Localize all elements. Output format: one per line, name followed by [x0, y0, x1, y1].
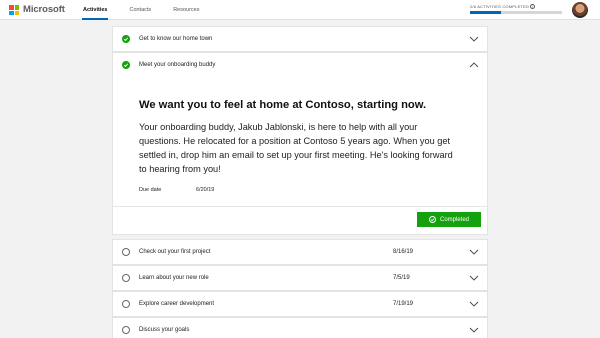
- incomplete-circle-icon: [122, 326, 130, 334]
- activity-description: Your onboarding buddy, Jakub Jablonski, …: [139, 122, 453, 174]
- due-date-label: Due date: [139, 187, 162, 193]
- activity-header[interactable]: Explore career development 7/19/19: [113, 292, 487, 316]
- main-nav: Activities Contacts Resources: [81, 0, 221, 20]
- incomplete-circle-icon: [122, 248, 130, 256]
- activity-title: Learn about your new role: [139, 275, 209, 281]
- activity-header[interactable]: Check out your first project 8/16/19: [113, 240, 487, 264]
- nav-tab-resources[interactable]: Resources: [173, 0, 199, 20]
- activity-due-date: 7/19/19: [393, 301, 414, 307]
- chevron-down-icon[interactable]: [469, 326, 479, 334]
- activity-card-expanded: Meet your onboarding buddy We want you t…: [112, 52, 488, 235]
- incomplete-circle-icon: [122, 274, 130, 282]
- due-date-value: 6/20/19: [196, 187, 215, 193]
- activity-title: Check out your first project: [139, 249, 211, 255]
- chevron-down-icon[interactable]: [469, 300, 479, 308]
- check-circle-icon: [428, 216, 436, 223]
- activity-title: Discuss your goals: [139, 327, 190, 333]
- activity-title: Explore career development: [139, 301, 215, 307]
- nav-tab-activities[interactable]: Activities: [81, 0, 109, 20]
- activity-header[interactable]: Get to know our home town: [113, 27, 487, 51]
- activity-details: We want you to feel at home at Contoso, …: [113, 99, 487, 193]
- activity-due-date: 7/5/19: [393, 275, 410, 281]
- progress-label: 2/6 ACTIVITIES COMPLETED: [470, 4, 530, 9]
- incomplete-circle-icon: [122, 300, 130, 308]
- activity-title: Meet your onboarding buddy: [139, 62, 216, 68]
- activity-card: Discuss your goals: [112, 317, 488, 338]
- chevron-down-icon[interactable]: [469, 274, 479, 282]
- progress-bar: [470, 11, 562, 14]
- progress-bar-fill: [470, 11, 501, 14]
- activity-header[interactable]: Learn about your new role 7/5/19: [113, 266, 487, 290]
- chevron-up-icon[interactable]: [469, 61, 479, 69]
- chevron-down-icon[interactable]: [469, 35, 479, 43]
- due-date-row: Due date 6/20/19: [139, 187, 461, 193]
- microsoft-logo[interactable]: Microsoft: [9, 5, 65, 15]
- nav-tab-contacts[interactable]: Contacts: [129, 0, 151, 20]
- activity-header[interactable]: Meet your onboarding buddy: [113, 53, 487, 77]
- activity-title: Get to know our home town: [139, 36, 213, 42]
- activity-card: Explore career development 7/19/19: [112, 291, 488, 317]
- microsoft-logo-icon: [9, 5, 19, 15]
- activity-header[interactable]: Discuss your goals: [113, 318, 487, 338]
- activity-card: Get to know our home town: [112, 26, 488, 52]
- activities-progress: 2/6 ACTIVITIES COMPLETED i: [470, 4, 562, 14]
- activity-heading: We want you to feel at home at Contoso, …: [139, 99, 427, 111]
- activity-card: Learn about your new role 7/5/19: [112, 265, 488, 291]
- completed-button-label: Completed: [439, 216, 469, 223]
- activity-due-date: 8/16/19: [393, 249, 414, 255]
- activity-card: Check out your first project 8/16/19: [112, 239, 488, 265]
- checkmark-icon: [122, 61, 130, 69]
- activity-footer: Completed: [113, 207, 487, 234]
- top-navigation-bar: Microsoft Activities Contacts Resources …: [0, 0, 600, 20]
- user-avatar[interactable]: [572, 2, 588, 18]
- info-icon[interactable]: i: [530, 4, 536, 9]
- checkmark-icon: [122, 35, 130, 43]
- completed-button[interactable]: Completed: [417, 212, 481, 227]
- brand-name: Microsoft: [23, 4, 65, 15]
- chevron-down-icon[interactable]: [469, 248, 479, 256]
